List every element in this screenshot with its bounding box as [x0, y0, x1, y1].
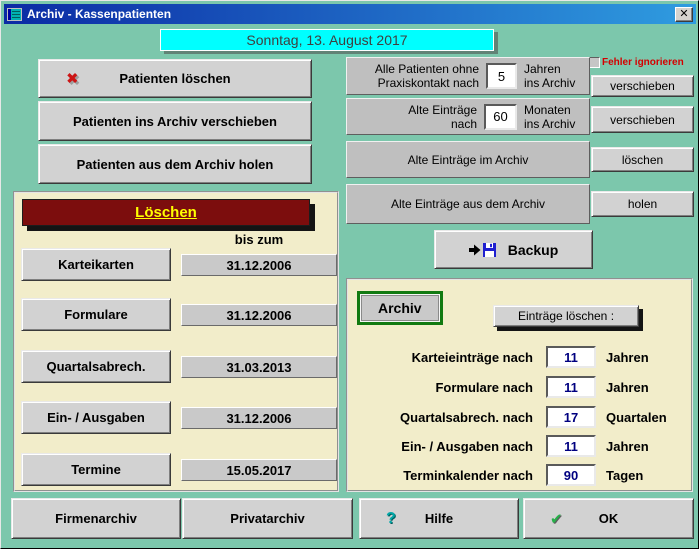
- alle-patienten-panel: Alle Patienten ohne Praxiskontakt nach J…: [346, 57, 590, 95]
- archiv-panel: Archiv Einträge löschen : Karteieinträge…: [346, 278, 693, 492]
- monaten-ins-archiv-unit: Monaten ins Archiv: [517, 103, 589, 131]
- quartalsabrech-date: 31.03.2013: [181, 356, 337, 378]
- formulare-nach-input[interactable]: [546, 376, 596, 398]
- terminkalender-nach-unit: Tagen: [606, 468, 643, 483]
- ein-ausgaben-row: Ein- / Ausgaben nach Jahren: [348, 435, 691, 457]
- alte-eintraege-aus-archiv-label: Alte Einträge aus dem Archiv: [391, 197, 545, 211]
- quartalsabrech-row: Quartalsabrech. nach Quartalen: [348, 406, 691, 428]
- privatarchiv-label: Privatarchiv: [230, 511, 304, 526]
- backup-disk-icon: [469, 242, 496, 258]
- terminkalender-nach-label: Terminkalender nach: [348, 468, 533, 483]
- verschieben-label-1: verschieben: [610, 79, 675, 93]
- karteieintraege-input[interactable]: [546, 346, 596, 368]
- karteieintraege-unit: Jahren: [606, 350, 649, 365]
- karteieintraege-row: Karteieinträge nach Jahren: [348, 346, 691, 368]
- quartalsabrech-nach-unit: Quartalen: [606, 410, 667, 425]
- loeschen-button[interactable]: löschen: [591, 147, 694, 172]
- ein-ausgaben-nach-unit: Jahren: [606, 439, 649, 454]
- eintraege-loeschen-label: Einträge löschen :: [518, 309, 614, 323]
- formulare-nach-label: Formulare nach: [348, 380, 533, 395]
- hilfe-label: Hilfe: [425, 511, 453, 526]
- karteikarten-button[interactable]: Karteikarten: [21, 248, 171, 281]
- loeschen-panel: Löschen bis zum Karteikarten 31.12.2006 …: [13, 191, 339, 492]
- quartalsabrech-nach-label: Quartalsabrech. nach: [348, 410, 533, 425]
- bis-zum-header: bis zum: [181, 232, 337, 247]
- archiv-window: Archiv - Kassenpatienten ✕ Sonntag, 13. …: [0, 0, 699, 549]
- window-title: Archiv - Kassenpatienten: [27, 7, 171, 21]
- holen-button-label: holen: [628, 197, 657, 211]
- verschieben-label-2: verschieben: [610, 113, 675, 127]
- alte-eintraege-im-archiv-panel: Alte Einträge im Archiv: [346, 141, 590, 178]
- titlebar: Archiv - Kassenpatienten ✕: [4, 4, 696, 24]
- alte-eintraege-panel: Alte Einträge nach Monaten ins Archiv: [346, 98, 590, 135]
- firmenarchiv-button[interactable]: Firmenarchiv: [11, 498, 181, 539]
- formulare-row: Formulare nach Jahren: [348, 376, 691, 398]
- verschieben-button-1[interactable]: verschieben: [591, 75, 694, 97]
- patienten-aus-archiv-label: Patienten aus dem Archiv holen: [77, 157, 274, 172]
- karteieintraege-label: Karteieinträge nach: [348, 350, 533, 365]
- ein-ausgaben-button[interactable]: Ein- / Ausgaben: [21, 401, 171, 434]
- date-banner: Sonntag, 13. August 2017: [160, 29, 494, 51]
- quartalsabrech-nach-input[interactable]: [546, 406, 596, 428]
- formulare-date: 31.12.2006: [181, 304, 337, 326]
- patienten-ins-archiv-label: Patienten ins Archiv verschieben: [73, 114, 277, 129]
- help-icon: ?: [386, 510, 396, 528]
- loeschen-button-label: löschen: [622, 153, 663, 167]
- ein-ausgaben-nach-input[interactable]: [546, 435, 596, 457]
- alte-eintraege-im-archiv-label: Alte Einträge im Archiv: [408, 153, 529, 167]
- archiv-panel-title-frame: Archiv: [357, 291, 443, 325]
- ok-button[interactable]: ✔ OK: [523, 498, 694, 539]
- archiv-panel-title: Archiv: [361, 295, 439, 321]
- karteikarten-date: 31.12.2006: [181, 254, 337, 276]
- fehler-ignorieren-label: Fehler ignorieren: [602, 57, 684, 68]
- ein-ausgaben-date: 31.12.2006: [181, 407, 337, 429]
- termine-date: 15.05.2017: [181, 459, 337, 481]
- backup-label: Backup: [508, 242, 559, 258]
- eintraege-loeschen-button[interactable]: Einträge löschen :: [493, 305, 639, 327]
- patienten-ins-archiv-button[interactable]: Patienten ins Archiv verschieben: [38, 101, 312, 141]
- privatarchiv-button[interactable]: Privatarchiv: [182, 498, 353, 539]
- alle-patienten-label: Alle Patienten ohne Praxiskontakt nach: [347, 62, 479, 90]
- delete-x-icon: ✖: [66, 71, 79, 86]
- jahre-ins-archiv-input[interactable]: [486, 63, 517, 89]
- backup-button[interactable]: Backup: [434, 230, 593, 269]
- hilfe-button[interactable]: ? Hilfe: [359, 498, 519, 539]
- loeschen-panel-title: Löschen: [22, 199, 310, 226]
- patienten-loeschen-label: Patienten löschen: [119, 71, 230, 86]
- window-form-icon: [7, 8, 22, 21]
- formulare-nach-unit: Jahren: [606, 380, 649, 395]
- checkbox-box[interactable]: [589, 57, 600, 68]
- monate-ins-archiv-input[interactable]: [484, 104, 517, 130]
- terminkalender-row: Terminkalender nach Tagen: [348, 464, 691, 486]
- close-icon[interactable]: ✕: [675, 7, 693, 22]
- ok-check-icon: ✔: [550, 510, 563, 528]
- fehler-ignorieren-checkbox[interactable]: Fehler ignorieren: [589, 56, 684, 69]
- alte-eintraege-aus-archiv-panel: Alte Einträge aus dem Archiv: [346, 184, 590, 224]
- verschieben-button-2[interactable]: verschieben: [591, 106, 694, 133]
- quartalsabrech-button[interactable]: Quartalsabrech.: [21, 350, 171, 383]
- ok-label: OK: [599, 511, 619, 526]
- jahren-ins-archiv-unit: Jahren ins Archiv: [517, 62, 589, 90]
- ein-ausgaben-nach-label: Ein- / Ausgaben nach: [348, 439, 533, 454]
- patienten-aus-archiv-button[interactable]: Patienten aus dem Archiv holen: [38, 144, 312, 184]
- alte-eintraege-label: Alte Einträge nach: [347, 103, 477, 131]
- holen-button[interactable]: holen: [591, 191, 694, 217]
- patienten-loeschen-button[interactable]: ✖ Patienten löschen: [38, 59, 312, 98]
- formulare-button[interactable]: Formulare: [21, 298, 171, 331]
- terminkalender-nach-input[interactable]: [546, 464, 596, 486]
- termine-button[interactable]: Termine: [21, 453, 171, 486]
- firmenarchiv-label: Firmenarchiv: [55, 511, 137, 526]
